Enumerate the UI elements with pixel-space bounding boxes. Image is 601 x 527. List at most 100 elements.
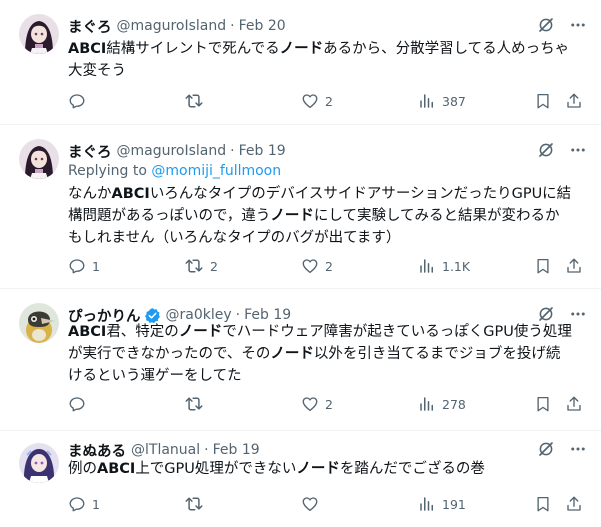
bookmark-icon bbox=[534, 92, 552, 110]
timeline: まぐろ @maguroIsland · Feb 20 ABCI結構サイレントで死んで… bbox=[0, 0, 601, 527]
views-button[interactable]: 278 bbox=[418, 393, 466, 415]
share-icon bbox=[565, 495, 583, 513]
reply-button[interactable]: 1 bbox=[68, 255, 100, 277]
tweet-text: ABCI君、特定のノードでハードウェア障害が起きているっぽくGPU使う処理 が実行… bbox=[68, 321, 590, 387]
retweet-count: 2 bbox=[210, 258, 218, 274]
tweet-text-segment: を踏んだでござるの巻 bbox=[339, 461, 485, 477]
tweet-text-segment: 上でGPU処理ができない bbox=[135, 461, 297, 477]
tweet-meta: @lTlanual · Feb 19 bbox=[131, 442, 260, 458]
retweet-icon bbox=[184, 92, 204, 110]
retweet-button[interactable]: 2 bbox=[184, 255, 218, 277]
display-name[interactable]: まぐろ bbox=[68, 141, 112, 162]
tweet-text: 例のABCI上でGPU処理ができないノードを踏んだでござるの巻 bbox=[68, 458, 590, 480]
reply-button[interactable] bbox=[68, 393, 92, 415]
tweet-text: なんかABCIいろんなタイプのデバイスサイドアサーションだったりGPUに結 構問題… bbox=[68, 183, 590, 249]
tweet-text-bold: ABCI bbox=[97, 461, 136, 477]
handle[interactable]: @maguroIsland bbox=[117, 18, 227, 34]
share-button[interactable] bbox=[565, 90, 583, 112]
tweet-text-bold: ABCI bbox=[68, 41, 107, 57]
like-icon bbox=[301, 395, 319, 413]
views-icon bbox=[418, 495, 436, 513]
reply-button[interactable]: 1 bbox=[68, 493, 100, 515]
views-button[interactable]: 1.1K bbox=[418, 255, 470, 277]
avatar[interactable] bbox=[19, 443, 59, 483]
views-button[interactable]: 191 bbox=[418, 493, 466, 515]
reply-count: 1 bbox=[92, 496, 100, 512]
timestamp[interactable]: Feb 19 bbox=[239, 143, 286, 159]
views-icon bbox=[418, 395, 436, 413]
tweet-text-bold: ノード bbox=[178, 324, 223, 340]
tweet-text-bold: ABCI bbox=[68, 324, 107, 340]
like-button[interactable]: 2 bbox=[301, 255, 333, 277]
like-button[interactable] bbox=[301, 493, 325, 515]
reply-count: 1 bbox=[92, 258, 100, 274]
grok-icon[interactable] bbox=[537, 141, 555, 159]
tweet-text-segment: 大変そう bbox=[68, 63, 126, 79]
tweet-header: まぬある @lTlanual · Feb 19 bbox=[68, 440, 260, 460]
bookmark-button[interactable] bbox=[534, 90, 552, 112]
retweet-icon bbox=[184, 395, 204, 413]
bookmark-icon bbox=[534, 495, 552, 513]
share-button[interactable] bbox=[565, 393, 583, 415]
views-button[interactable]: 387 bbox=[418, 90, 466, 112]
avatar[interactable] bbox=[19, 303, 59, 343]
tweet-text-segment: 以外を引き当てるまでジョブを投げ続 bbox=[313, 346, 561, 362]
views-count: 1.1K bbox=[442, 258, 471, 274]
tweet-text: ABCI結構サイレントで死んでるノードあるから、分散学習してる人めっちゃ 大変そう bbox=[68, 38, 590, 82]
like-icon bbox=[301, 92, 319, 110]
bookmark-icon bbox=[534, 395, 552, 413]
retweet-button[interactable] bbox=[184, 393, 210, 415]
like-count: 2 bbox=[325, 258, 333, 274]
bookmark-button[interactable] bbox=[534, 493, 552, 515]
share-icon bbox=[565, 395, 583, 413]
like-button[interactable]: 2 bbox=[301, 393, 333, 415]
reply-button[interactable] bbox=[68, 90, 92, 112]
tweet-top-actions bbox=[537, 16, 587, 34]
tweet-header: まぐろ @maguroIsland · Feb 20 bbox=[68, 16, 286, 36]
tweet-actions: 2 387 bbox=[68, 90, 588, 112]
tweet[interactable]: まぐろ @maguroIsland · Feb 19 Replying to @mo… bbox=[0, 125, 601, 289]
more-icon[interactable] bbox=[569, 16, 587, 34]
tweet[interactable]: まぐろ @maguroIsland · Feb 20 ABCI結構サイレントで死んで… bbox=[0, 0, 601, 125]
more-icon[interactable] bbox=[569, 440, 587, 458]
reply-icon bbox=[68, 92, 86, 110]
avatar[interactable] bbox=[19, 14, 59, 54]
views-count: 387 bbox=[442, 93, 466, 109]
avatar[interactable] bbox=[19, 139, 59, 179]
grok-icon[interactable] bbox=[537, 440, 555, 458]
retweet-button[interactable] bbox=[184, 493, 210, 515]
tweet-actions: 2 278 bbox=[68, 393, 588, 415]
grok-icon[interactable] bbox=[537, 16, 555, 34]
tweet-text-segment: でハードウェア障害が起きているっぽくGPU使う処理 bbox=[222, 324, 572, 340]
more-icon[interactable] bbox=[569, 141, 587, 159]
views-icon bbox=[418, 92, 436, 110]
tweet-text-bold: ノード bbox=[270, 208, 314, 224]
share-button[interactable] bbox=[565, 255, 583, 277]
tweet-text-segment: 君、特定の bbox=[106, 324, 179, 340]
share-button[interactable] bbox=[565, 493, 583, 515]
tweet[interactable]: ぴっかりん @ra0kley · Feb 19 ABCI君、特定のノードでハードウェ… bbox=[0, 289, 601, 431]
tweet-text-bold: ノード bbox=[270, 346, 314, 362]
reply-icon bbox=[68, 257, 86, 275]
tweet[interactable]: まぬある @lTlanual · Feb 19 例のABCI上でGPU処理ができない… bbox=[0, 431, 601, 527]
like-count: 2 bbox=[325, 396, 333, 412]
tweet-header: まぐろ @maguroIsland · Feb 19 bbox=[68, 141, 286, 161]
tweet-text-segment: が実行できなかったので、その bbox=[68, 346, 271, 362]
tweet-actions: 1 2 2 1.1K bbox=[68, 255, 588, 277]
retweet-button[interactable] bbox=[184, 90, 210, 112]
timestamp[interactable]: Feb 20 bbox=[239, 18, 286, 34]
handle[interactable]: @lTlanual bbox=[131, 442, 200, 458]
bookmark-button[interactable] bbox=[534, 255, 552, 277]
tweet-text-segment: 結構サイレントで死んでる bbox=[106, 41, 280, 57]
display-name[interactable]: まぐろ bbox=[68, 16, 112, 37]
tweet-text-segment: 構問題があるっぽいので，違う bbox=[68, 208, 271, 224]
like-button[interactable]: 2 bbox=[301, 90, 333, 112]
handle[interactable]: @maguroIsland bbox=[117, 143, 227, 159]
views-icon bbox=[418, 257, 436, 275]
bookmark-button[interactable] bbox=[534, 393, 552, 415]
timestamp[interactable]: Feb 19 bbox=[213, 442, 260, 458]
replying-to-handle[interactable]: @momiji_fullmoon bbox=[151, 163, 281, 179]
tweet-text-bold: ノード bbox=[279, 41, 324, 57]
views-count: 278 bbox=[442, 396, 466, 412]
tweet-text-bold: ノード bbox=[296, 461, 340, 477]
